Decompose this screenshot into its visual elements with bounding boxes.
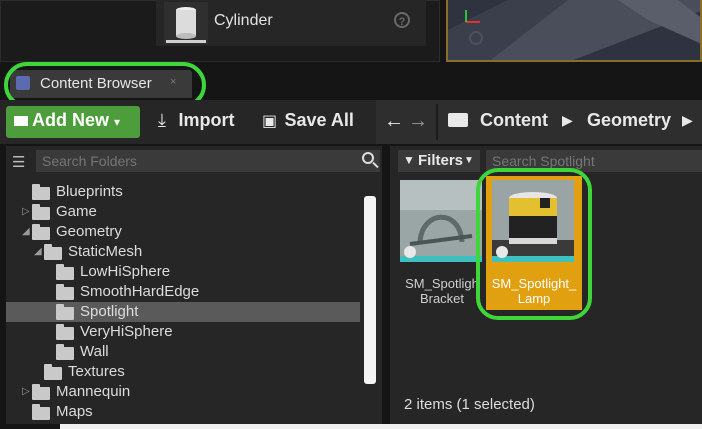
tree-item-label: Wall	[80, 343, 109, 360]
tree-item-label: Geometry	[56, 223, 122, 240]
expander-icon[interactable]: ◢	[34, 246, 42, 257]
status-text: 2 items (1 selected)	[404, 396, 535, 413]
tree-item[interactable]: Blueprints	[6, 182, 360, 202]
tree-item-label: SmoothHardEdge	[80, 283, 200, 300]
breadcrumb-divider	[436, 104, 438, 140]
filters-label: Filters	[418, 152, 464, 169]
save-all-button[interactable]: ▣ Save All	[262, 110, 354, 131]
bracket-thumbnail	[400, 180, 482, 262]
import-icon: ⤓	[158, 110, 166, 130]
tree-item[interactable]: ◢ Geometry	[6, 222, 360, 242]
filters-button[interactable]: ▼ Filters ▼	[398, 150, 480, 172]
tree-item[interactable]: ▷ Game	[6, 202, 360, 222]
back-arrow-icon[interactable]: ←	[384, 110, 404, 133]
breadcrumb-separator-icon[interactable]: ▶	[562, 112, 573, 129]
tree-item-label: Spotlight	[80, 303, 139, 320]
cylinder-thumbnail	[164, 2, 208, 44]
folder-open-icon	[448, 113, 468, 127]
folder-icon	[56, 284, 74, 300]
save-all-icon: ▣	[262, 113, 278, 130]
folder-icon	[56, 344, 74, 360]
tree-item-label: LowHiSphere	[80, 263, 171, 280]
add-new-text: Add New	[32, 110, 110, 130]
add-new-icon	[14, 116, 28, 127]
tree-item-label: Mannequin	[56, 383, 131, 400]
tree-item-label: StaticMesh	[68, 243, 143, 260]
tree-item[interactable]: SmoothHardEdge	[6, 282, 360, 302]
add-new-label: Add New ▾	[14, 110, 120, 131]
breadcrumb-item-content[interactable]: Content	[480, 110, 548, 131]
viewport-scene	[448, 0, 700, 60]
import-button[interactable]: ⤓ Import	[158, 110, 234, 131]
cylinder-label: Cylinder	[214, 12, 273, 29]
tree-item[interactable]: Textures	[6, 362, 360, 382]
folder-icon	[32, 184, 50, 200]
cylinder-icon	[166, 7, 206, 43]
dropdown-caret-icon: ▾	[114, 115, 121, 129]
folder-icon	[44, 244, 62, 260]
tree-item[interactable]: ▷ Mannequin	[6, 382, 360, 402]
tree-item[interactable]: Spotlight	[6, 302, 360, 322]
tree-item-label: Maps	[56, 403, 93, 420]
filter-funnel-icon: ▼	[403, 153, 415, 167]
asset-tile-bracket[interactable]	[400, 180, 482, 262]
folder-icon	[56, 324, 74, 340]
bottom-strip	[60, 424, 702, 429]
tree-item[interactable]: Wall	[6, 342, 360, 362]
folder-icon	[32, 384, 50, 400]
folder-icon	[56, 304, 74, 320]
import-label: Import	[178, 110, 235, 130]
breadcrumb-item-geometry[interactable]: Geometry	[587, 110, 671, 131]
tree-item[interactable]: LowHiSphere	[6, 262, 360, 282]
tree-item-label: Game	[56, 203, 97, 220]
tree-item[interactable]: VeryHiSphere	[6, 322, 360, 342]
expander-icon[interactable]: ▷	[22, 206, 30, 217]
folder-icon	[32, 404, 50, 420]
tree-options-icon[interactable]: ☰	[12, 153, 25, 171]
folder-icon	[44, 364, 62, 380]
panel-splitter[interactable]	[382, 146, 388, 424]
tree-scrollbar[interactable]	[364, 196, 376, 384]
expander-icon[interactable]: ▷	[22, 386, 30, 397]
forward-arrow-icon[interactable]: →	[408, 110, 428, 133]
save-all-label: Save All	[284, 110, 354, 130]
folder-icon	[56, 264, 74, 280]
tree-item[interactable]: Maps	[6, 402, 360, 422]
folder-icon	[32, 224, 50, 240]
tree-item[interactable]: ◢ StaticMesh	[6, 242, 360, 262]
level-viewport[interactable]	[446, 0, 702, 62]
tree-item-label: Blueprints	[56, 183, 123, 200]
search-folders-input[interactable]	[36, 150, 380, 172]
expander-icon[interactable]: ◢	[22, 226, 30, 237]
tree-item-label: Textures	[68, 363, 125, 380]
breadcrumb-separator-icon[interactable]: ▶	[682, 112, 693, 129]
help-icon[interactable]: ?	[394, 12, 410, 28]
highlight-ring-asset	[476, 168, 592, 320]
tree-item-label: VeryHiSphere	[80, 323, 173, 340]
dropdown-caret-icon: ▼	[464, 155, 474, 166]
folder-icon	[32, 204, 50, 220]
